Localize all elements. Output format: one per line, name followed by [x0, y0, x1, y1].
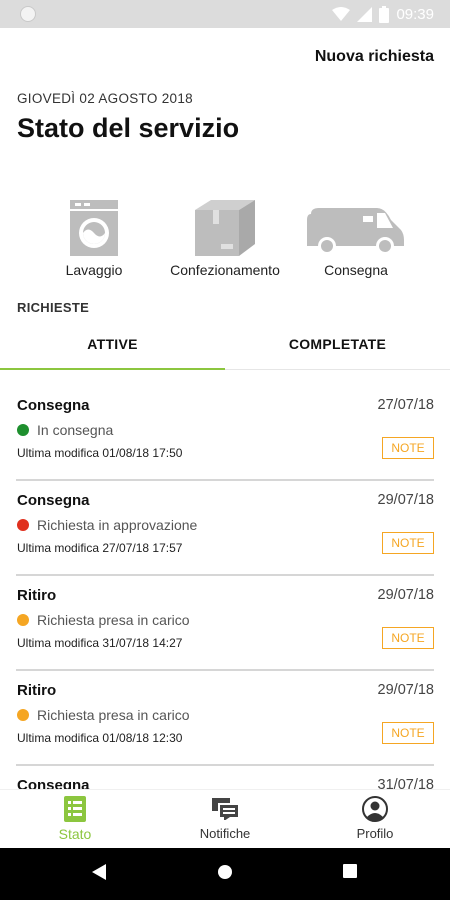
battery-icon	[379, 5, 390, 23]
box-icon	[150, 196, 300, 256]
nav-item-status[interactable]: Stato	[0, 790, 150, 848]
nav-item-notifications[interactable]: Notifiche	[150, 790, 300, 848]
status-dot-icon	[17, 709, 29, 721]
list-item[interactable]: Ritiro 29/07/18 Richiesta presa in caric…	[16, 671, 434, 766]
request-type: Consegna	[17, 777, 90, 789]
status-text: In consegna	[37, 422, 114, 438]
bottom-navigation: Stato Notifiche Profilo	[0, 789, 450, 848]
tab-completed[interactable]: COMPLETATE	[225, 326, 450, 369]
status-indicators: 09:39	[332, 0, 434, 28]
request-status: Richiesta presa in carico	[17, 612, 190, 628]
notifications-icon	[150, 796, 300, 822]
home-icon[interactable]	[217, 864, 233, 885]
note-button[interactable]: NOTE	[382, 722, 434, 744]
request-date: 29/07/18	[377, 492, 434, 508]
request-date: 29/07/18	[377, 587, 434, 603]
request-type: Ritiro	[17, 682, 57, 699]
list-item[interactable]: Consegna 31/07/18	[16, 766, 434, 789]
note-button[interactable]: NOTE	[382, 627, 434, 649]
request-list[interactable]: Consegna 27/07/18 In consegna Ultima mod…	[0, 386, 450, 789]
request-date: 29/07/18	[377, 682, 434, 698]
tab-active[interactable]: ATTIVE	[0, 326, 225, 369]
back-icon[interactable]	[92, 864, 106, 885]
tab-indicator	[0, 368, 225, 370]
system-navigation-bar	[0, 848, 450, 900]
request-type: Ritiro	[17, 587, 57, 604]
notification-dot-icon	[20, 6, 36, 22]
profile-icon	[300, 796, 450, 822]
status-bar: 09:39	[0, 0, 450, 28]
status-dot-icon	[17, 614, 29, 626]
van-icon	[281, 196, 431, 256]
current-date: GIOVEDÌ 02 AGOSTO 2018	[17, 91, 193, 106]
list-item[interactable]: Consegna 29/07/18 Richiesta in approvazi…	[16, 481, 434, 576]
new-request-button[interactable]: Nuova richiesta	[315, 48, 434, 66]
status-text: Richiesta in approvazione	[37, 517, 198, 533]
last-modified: Ultima modifica 31/07/18 14:27	[17, 636, 183, 650]
recents-icon[interactable]	[343, 864, 357, 883]
request-date: 31/07/18	[377, 777, 434, 789]
last-modified: Ultima modifica 01/08/18 17:50	[17, 446, 183, 460]
nav-item-profile[interactable]: Profilo	[300, 790, 450, 848]
status-text: Richiesta presa in carico	[37, 612, 190, 628]
washing-machine-icon	[19, 196, 169, 256]
page-title: Stato del servizio	[17, 113, 240, 143]
last-modified: Ultima modifica 27/07/18 17:57	[17, 541, 183, 555]
list-icon	[0, 796, 150, 822]
last-modified: Ultima modifica 01/08/18 12:30	[17, 731, 183, 745]
request-status: In consegna	[17, 422, 113, 438]
wifi-icon	[332, 6, 351, 22]
service-washing[interactable]: Lavaggio	[19, 196, 169, 278]
service-label-packaging: Confezionamento	[170, 262, 280, 278]
request-type: Consegna	[17, 492, 90, 509]
status-text: Richiesta presa in carico	[37, 707, 190, 723]
request-status: Richiesta in approvazione	[17, 517, 197, 533]
requests-section-label: RICHIESTE	[17, 300, 90, 315]
nav-label-notifications: Notifiche	[199, 826, 251, 841]
service-label-delivery: Consegna	[324, 262, 388, 278]
nav-label-status: Stato	[58, 826, 92, 842]
note-button[interactable]: NOTE	[382, 532, 434, 554]
request-status: Richiesta presa in carico	[17, 707, 190, 723]
status-dot-icon	[17, 424, 29, 436]
note-button[interactable]: NOTE	[382, 437, 434, 459]
nav-label-profile: Profilo	[356, 826, 394, 841]
list-item[interactable]: Consegna 27/07/18 In consegna Ultima mod…	[16, 386, 434, 481]
service-packaging[interactable]: Confezionamento	[150, 196, 300, 278]
requests-tabs: ATTIVE COMPLETATE	[0, 326, 450, 370]
status-dot-icon	[17, 519, 29, 531]
request-type: Consegna	[17, 397, 90, 414]
signal-icon	[357, 6, 373, 22]
list-item[interactable]: Ritiro 29/07/18 Richiesta presa in caric…	[16, 576, 434, 671]
status-time: 09:39	[396, 5, 434, 23]
request-date: 27/07/18	[377, 397, 434, 413]
service-delivery[interactable]: Consegna	[281, 196, 431, 278]
service-label-washing: Lavaggio	[65, 262, 123, 278]
